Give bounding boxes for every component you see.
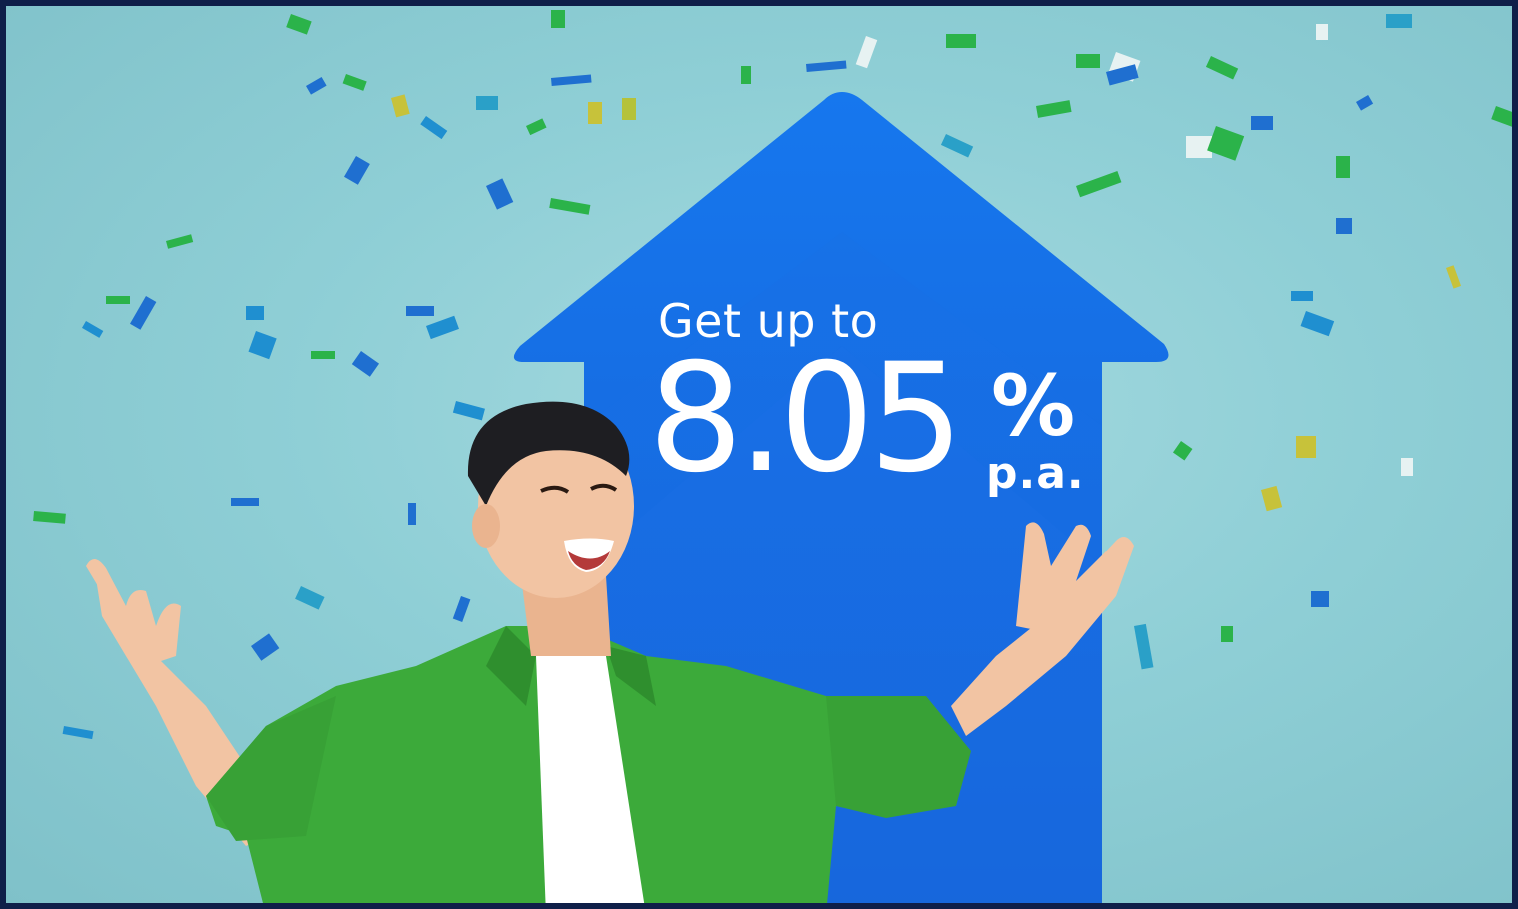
rate-period: p.a. [986, 448, 1085, 499]
rate-percent-symbol: % [991, 357, 1076, 455]
rate-value: 8.05 [648, 332, 964, 506]
promo-banner: Get up to 8.05 % p.a. [0, 0, 1518, 909]
